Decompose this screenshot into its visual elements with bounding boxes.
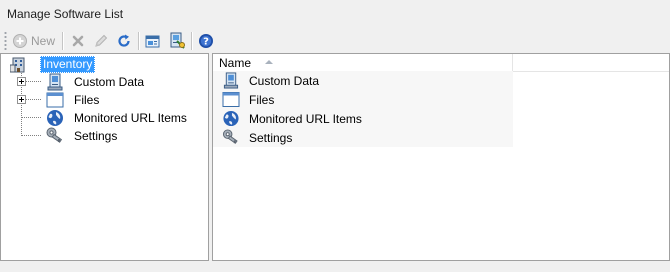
files-window-icon <box>222 92 240 107</box>
list-item[interactable]: Custom Data <box>213 71 513 90</box>
custom-data-icon <box>223 72 239 89</box>
new-button[interactable]: New <box>12 31 55 50</box>
refresh-icon <box>118 34 130 47</box>
tree-item-monitored-url-items[interactable]: Monitored URL Items <box>46 109 187 127</box>
list-item[interactable]: Files <box>213 90 513 109</box>
list-item-label: Monitored URL Items <box>249 112 362 126</box>
delete-button[interactable] <box>70 31 86 50</box>
tree-item-label: Custom Data <box>74 75 145 89</box>
files-window-icon <box>46 92 64 108</box>
expand-toggle[interactable] <box>17 77 26 86</box>
settings-key-icon <box>46 127 63 143</box>
column-header-label: Name <box>219 56 252 70</box>
list-header: Name <box>213 54 669 72</box>
tree-item-label: Files <box>74 93 100 107</box>
window-title: Manage Software List <box>7 7 124 21</box>
tree-item-label: Settings <box>74 129 118 143</box>
toolbar-separator <box>138 32 140 50</box>
tree-item-custom-data[interactable]: Custom Data <box>46 73 144 91</box>
tree-item-label: Monitored URL Items <box>74 111 187 125</box>
list-item-label: Settings <box>249 131 293 145</box>
globe-icon <box>47 110 63 126</box>
add-circle-icon <box>13 33 27 48</box>
edit-button[interactable] <box>93 31 109 50</box>
tree-connector <box>22 117 42 118</box>
toolbar-separator <box>62 32 64 50</box>
list-item-label: Custom Data <box>249 74 320 88</box>
new-button-label: New <box>31 33 56 48</box>
export-button[interactable] <box>145 31 163 50</box>
tree-connector <box>22 135 42 136</box>
globe-icon <box>223 110 239 127</box>
edit-pencil-icon <box>95 34 108 47</box>
svg-text:?: ? <box>203 36 209 47</box>
toolbar-grip[interactable] <box>4 31 7 50</box>
help-button[interactable]: ? <box>198 31 214 50</box>
list-panel[interactable]: Name Custom Data Files Monitored URL Ite… <box>212 53 670 261</box>
list-item-label: Files <box>249 93 275 107</box>
column-header-name[interactable]: Name <box>213 54 513 71</box>
tree-panel[interactable]: Inventory Custom Data Files Monitored UR… <box>0 53 209 261</box>
computer-sync-icon <box>170 32 185 49</box>
toolbar-separator <box>191 32 193 50</box>
sort-ascending-icon <box>265 60 273 64</box>
help-icon: ? <box>199 33 213 48</box>
window-title-bar: Manage Software List <box>0 0 670 28</box>
tree-item-settings[interactable]: Settings <box>46 127 117 145</box>
expand-toggle[interactable] <box>17 95 26 104</box>
custom-data-icon <box>47 73 63 91</box>
tree-item-files[interactable]: Files <box>46 91 99 109</box>
toolbar: New ? <box>0 28 670 53</box>
refresh-button[interactable] <box>116 31 132 50</box>
export-icon <box>145 35 160 47</box>
list-item[interactable]: Monitored URL Items <box>213 109 513 128</box>
delete-x-icon <box>72 35 84 46</box>
settings-key-icon <box>222 129 238 144</box>
tree-item-inventory[interactable]: Inventory <box>10 55 96 73</box>
computer-sync-button[interactable] <box>168 31 186 50</box>
list-item[interactable]: Settings <box>213 128 513 147</box>
tree-item-label: Inventory <box>40 55 96 73</box>
inventory-building-icon <box>10 57 25 72</box>
